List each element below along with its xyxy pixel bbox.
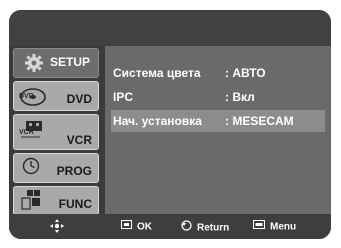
sidebar-item-label: SETUP — [50, 55, 91, 69]
sidebar-item-setup[interactable]: SETUP — [13, 48, 99, 78]
sidebar-item-prog[interactable]: PROG — [13, 153, 99, 183]
sidebar-item-vcr[interactable]: VCR VCR — [13, 114, 99, 150]
vcr-icon-text: VCR — [19, 129, 34, 136]
row-value: : Вкл — [225, 90, 255, 104]
row-value: : АВТО — [225, 66, 266, 80]
menu-row-initial-setup[interactable]: Нач. установка : MESECAM — [111, 110, 325, 132]
enter-icon — [121, 220, 132, 234]
row-value: : MESECAM — [225, 114, 294, 128]
ok-label: OK — [137, 221, 152, 233]
return-hint: Return — [181, 220, 229, 236]
menu-hint: Menu — [253, 220, 296, 235]
row-label: Система цвета — [113, 66, 201, 80]
osd-screen: SETUP DVD DVD VCR VCR PROG FUNC Система … — [0, 0, 341, 248]
function-grid-icon — [20, 189, 42, 216]
clock-icon — [22, 157, 40, 180]
sidebar: SETUP DVD DVD VCR VCR PROG FUNC — [9, 46, 101, 216]
dvd-icon-text: DVD — [19, 93, 34, 100]
sidebar-item-label: DVD — [66, 92, 92, 106]
menu-label: Menu — [270, 221, 297, 233]
sidebar-item-func[interactable]: FUNC — [13, 186, 99, 216]
return-arrow-icon — [181, 220, 192, 236]
sidebar-item-dvd[interactable]: DVD DVD — [13, 81, 99, 111]
ok-hint: OK — [121, 220, 152, 235]
menu-icon — [253, 220, 265, 234]
gear-icon — [24, 53, 44, 78]
osd-frame: SETUP DVD DVD VCR VCR PROG FUNC Система … — [9, 10, 331, 239]
return-label: Return — [197, 222, 230, 234]
navigation-cross-icon — [49, 218, 65, 239]
row-label: Нач. установка — [113, 114, 202, 128]
settings-panel: Система цвета : АВТО IPC : Вкл Нач. уста… — [105, 46, 331, 214]
menu-row-color-system[interactable]: Система цвета : АВТО — [111, 62, 325, 84]
row-label: IPC — [113, 90, 134, 104]
sidebar-item-label: FUNC — [58, 197, 92, 211]
menu-row-ipc[interactable]: IPC : Вкл — [111, 86, 325, 108]
sidebar-item-label: VCR — [66, 133, 92, 147]
sidebar-item-label: PROG — [56, 164, 92, 178]
title-bar — [9, 10, 331, 46]
footer-bar: OK Return Menu — [9, 214, 331, 239]
